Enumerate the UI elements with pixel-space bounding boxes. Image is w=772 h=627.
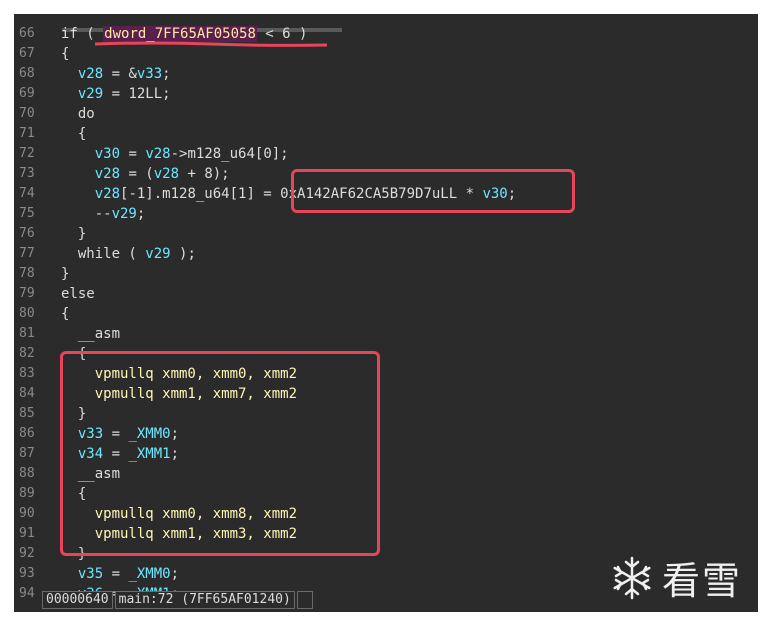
code-line-68[interactable]: v28 = &v33; bbox=[61, 64, 758, 84]
code-text: = bbox=[103, 566, 129, 582]
kanxue-watermark: 看雪 bbox=[608, 550, 742, 605]
code-line-70[interactable]: do bbox=[61, 104, 758, 124]
variable[interactable]: v33 bbox=[137, 66, 162, 82]
line-number: 70 bbox=[19, 106, 35, 121]
red-underline-annotation bbox=[94, 41, 328, 47]
line-number: 76 bbox=[19, 226, 35, 241]
variable[interactable]: v28 bbox=[145, 146, 170, 162]
line-number: 87 bbox=[19, 446, 35, 461]
line-number: 80 bbox=[19, 306, 35, 321]
code-text: ; bbox=[170, 566, 180, 582]
variable[interactable]: v28 bbox=[95, 166, 120, 182]
line-number: 67 bbox=[19, 46, 35, 61]
variable[interactable]: v30 bbox=[95, 146, 120, 162]
line-number: 75 bbox=[19, 206, 35, 221]
code-line-79[interactable]: else bbox=[61, 284, 758, 304]
code-line-77[interactable]: while ( v29 ); bbox=[61, 244, 758, 264]
code-text: ; bbox=[136, 206, 146, 222]
watermark-text: 看雪 bbox=[662, 559, 743, 603]
status-location: main:72 (7FF65AF01240) bbox=[114, 591, 295, 609]
code-text: = & bbox=[103, 66, 137, 82]
line-number: 84 bbox=[19, 386, 35, 401]
code-line-69[interactable]: v29 = 12LL; bbox=[61, 84, 758, 104]
line-number: 88 bbox=[19, 466, 35, 481]
snowflake-icon bbox=[613, 556, 651, 599]
code-line-78[interactable]: } bbox=[61, 264, 758, 284]
line-number: 69 bbox=[19, 86, 35, 101]
line-number: 89 bbox=[19, 486, 35, 501]
line-number: 78 bbox=[19, 266, 35, 281]
code-text: + 8); bbox=[179, 166, 230, 182]
code-line-76[interactable]: } bbox=[61, 224, 758, 244]
code-text: = bbox=[120, 146, 146, 162]
code-text: if ( bbox=[61, 26, 104, 42]
asm-block-highlight-box bbox=[60, 351, 380, 556]
code-text: = ( bbox=[120, 166, 154, 182]
status-offset: 00000640 bbox=[42, 591, 113, 609]
line-number: 73 bbox=[19, 166, 35, 181]
code-line-81[interactable]: __asm bbox=[61, 324, 758, 344]
line-number: 86 bbox=[19, 426, 35, 441]
line-number: 90 bbox=[19, 506, 35, 521]
code-text: ); bbox=[170, 246, 196, 262]
line-number: 85 bbox=[19, 406, 35, 421]
code-text: < 6 ) bbox=[256, 26, 308, 42]
line-number: 83 bbox=[19, 366, 35, 381]
variable[interactable]: v35 bbox=[78, 566, 103, 582]
line-number: 81 bbox=[19, 326, 35, 341]
line-number: 82 bbox=[19, 346, 35, 361]
constant-multiply-highlight-box bbox=[291, 169, 575, 213]
variable[interactable]: v29 bbox=[112, 206, 137, 222]
line-number: 68 bbox=[19, 66, 35, 81]
code-text: = 12LL; bbox=[103, 86, 171, 102]
line-number: 77 bbox=[19, 246, 35, 261]
line-number: 91 bbox=[19, 526, 35, 541]
variable[interactable]: v29 bbox=[145, 246, 170, 262]
variable[interactable]: _XMM0 bbox=[128, 566, 170, 582]
variable[interactable]: v28 bbox=[95, 186, 120, 202]
code-line-80[interactable]: { bbox=[61, 304, 758, 324]
global-variable-highlighted[interactable]: dword_7FF65AF05058 bbox=[103, 26, 257, 42]
code-line-72[interactable]: v30 = v28->m128_u64[0]; bbox=[61, 144, 758, 164]
variable[interactable]: v28 bbox=[154, 166, 179, 182]
line-number: 66 bbox=[19, 26, 35, 41]
code-text: ; bbox=[162, 66, 171, 82]
code-text: while ( bbox=[61, 246, 146, 262]
code-line-71[interactable]: { bbox=[61, 124, 758, 144]
variable[interactable]: v28 bbox=[78, 66, 103, 82]
variable[interactable]: v29 bbox=[78, 86, 103, 102]
line-number: 79 bbox=[19, 286, 35, 301]
line-number: 93 bbox=[19, 566, 35, 581]
line-number-gutter: 66 67 68 69 70 71 72 73 74 75 76 77 78 7… bbox=[14, 24, 52, 604]
code-text: ->m128_u64[0]; bbox=[170, 146, 289, 162]
code-text: -- bbox=[61, 206, 112, 222]
code-line-67[interactable]: { bbox=[61, 44, 758, 64]
line-number: 92 bbox=[19, 546, 35, 561]
line-number: 74 bbox=[19, 186, 35, 201]
line-number: 71 bbox=[19, 126, 35, 141]
status-empty-field bbox=[296, 591, 313, 609]
line-number: 72 bbox=[19, 146, 35, 161]
status-bar: 00000640 main:72 (7FF65AF01240) bbox=[42, 591, 313, 609]
